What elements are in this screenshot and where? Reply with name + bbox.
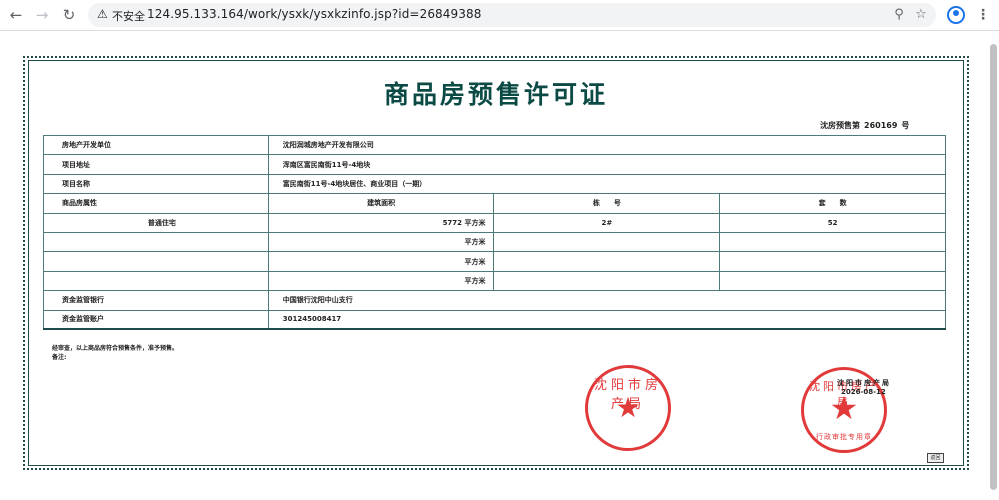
empty-cell [719, 251, 946, 272]
browser-toolbar: ← → ↻ ⚠ 不安全 124.95.133.164/work/ysxk/ysx… [0, 0, 999, 31]
arrow-right-icon[interactable]: → [32, 5, 52, 25]
insecure-label: 不安全 [112, 10, 145, 23]
table-row: 房地产开发单位 沈阳润城房地产开发有限公司 [43, 134, 947, 156]
kebab-menu-icon[interactable]: ⋮ [976, 6, 990, 24]
area-unit: 平方米 [267, 231, 495, 253]
warning-icon: ⚠ [97, 7, 108, 21]
number-prefix: 沈房预售第 [820, 121, 860, 130]
developer-value: 沈阳润城房地产开发有限公司 [267, 134, 947, 156]
empty-cell [719, 231, 946, 253]
bank-label: 资金监管银行 [43, 290, 269, 311]
table-row: 项目名称 富民南街11号-4地块居住、商业项目（一期） [43, 173, 947, 195]
certificate-title: 商品房预售许可证 [383, 80, 608, 109]
units-value: 52 [719, 212, 946, 233]
area-unit: 平方米 [267, 270, 495, 292]
certificate-table: 房地产开发单位 沈阳润城房地产开发有限公司 项目地址 浑南区富民南街11号-4地… [43, 134, 947, 331]
area-unit: 平方米 [267, 251, 495, 272]
table-row: 资金监管账户 301245008417 [43, 309, 947, 331]
developer-label: 房地产开发单位 [43, 134, 269, 156]
empty-cell [493, 251, 721, 272]
project-name-value: 富民南街11号-4地块居住、商业项目（一期） [267, 173, 947, 195]
table-row: 平方米 [43, 251, 946, 272]
building-header: 栋 号 [493, 193, 721, 214]
arrow-left-icon[interactable]: ← [6, 5, 26, 25]
star-icon: ★ [829, 389, 859, 427]
housing-bureau-seal: 沈阳市房产局 ★ [585, 365, 671, 451]
project-name-label: 项目名称 [43, 173, 269, 195]
table-row: 平方米 [43, 270, 946, 292]
address-value: 浑南区富民南街11号-4地块 [267, 154, 947, 175]
number-value: 260169 [864, 121, 898, 130]
number-suffix: 号 [901, 121, 910, 130]
zoom-icon[interactable]: ⚲ [890, 6, 908, 24]
remarks-label: 备注: [52, 354, 67, 361]
table-row: 平方米 [43, 231, 946, 253]
profile-icon[interactable] [947, 6, 965, 24]
reload-icon[interactable]: ↻ [59, 5, 79, 25]
area-header: 建筑面积 [267, 193, 495, 214]
nature-label: 商品房属性 [43, 193, 269, 214]
account-value: 301245008417 [267, 309, 947, 331]
scrollbar-thumb[interactable] [990, 44, 997, 490]
issue-date: 2026-08-12 [841, 388, 886, 396]
table-row: 商品房属性 建筑面积 栋 号 套 数 [43, 193, 946, 214]
bank-value: 中国银行沈阳中山支行 [267, 290, 947, 311]
bookmark-star-icon[interactable]: ☆ [912, 6, 930, 24]
empty-cell [719, 270, 946, 292]
account-label: 资金监管账户 [43, 309, 269, 331]
approval-note: 经审查，以上商品房符合预售条件，准予预售。 备注: [52, 344, 178, 362]
address-bar[interactable]: ⚠ 不安全 124.95.133.164/work/ysxk/ysxkzinfo… [88, 3, 936, 27]
empty-cell [43, 251, 269, 272]
empty-cell [43, 231, 269, 253]
certificate-number: 沈房预售第 260169 号 [820, 120, 909, 131]
units-header: 套 数 [719, 193, 946, 214]
star-icon: ★ [615, 391, 641, 424]
url-text[interactable]: 124.95.133.164/work/ysxk/ysxkzinfo.jsp?i… [147, 7, 481, 21]
empty-cell [493, 231, 721, 253]
nature-value: 普通住宅 [43, 212, 269, 233]
back-button[interactable]: 返回 [927, 453, 944, 463]
building-value: 2# [493, 212, 721, 233]
empty-cell [43, 270, 269, 292]
approval-text: 经审查，以上商品房符合预售条件，准予预售。 [52, 345, 179, 352]
table-row: 资金监管银行 中国银行沈阳中山支行 [43, 290, 947, 311]
address-label: 项目地址 [43, 154, 269, 175]
table-row: 项目地址 浑南区富民南街11号-4地块 [43, 154, 947, 175]
empty-cell [493, 270, 721, 292]
area-value: 5772 平方米 [267, 212, 495, 233]
issuer-name: 沈阳市房产局 [837, 379, 891, 387]
table-row: 普通住宅 5772 平方米 2# 52 [43, 212, 946, 233]
